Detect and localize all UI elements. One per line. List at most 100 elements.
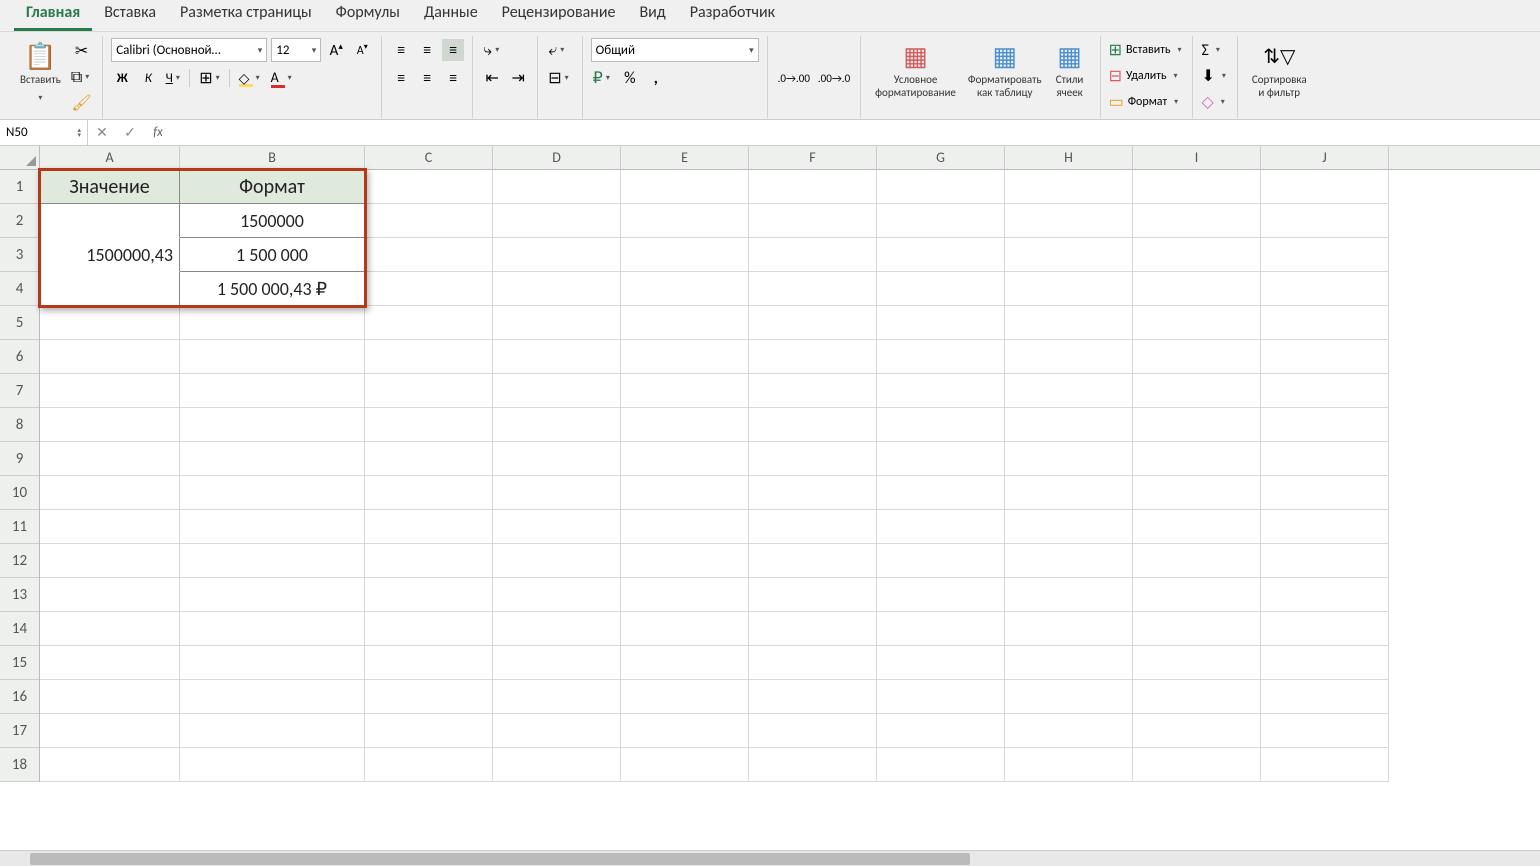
cell-C18[interactable] (365, 748, 493, 782)
cell-G12[interactable] (877, 544, 1005, 578)
cell-H3[interactable] (1005, 238, 1133, 272)
align-right-button[interactable]: ≡ (442, 67, 464, 89)
row-header-8[interactable]: 8 (0, 408, 39, 442)
cell-H9[interactable] (1005, 442, 1133, 476)
accept-formula-button[interactable]: ✓ (116, 124, 144, 141)
cell-I14[interactable] (1133, 612, 1261, 646)
format-painter-button[interactable]: 🖌 (69, 92, 94, 114)
cell-J10[interactable] (1261, 476, 1389, 510)
cell-B15[interactable] (180, 646, 365, 680)
cell-E1[interactable] (621, 170, 749, 204)
cell-G5[interactable] (877, 306, 1005, 340)
cell-H8[interactable] (1005, 408, 1133, 442)
cell-C3[interactable] (365, 238, 493, 272)
cell-G8[interactable] (877, 408, 1005, 442)
cell-D7[interactable] (493, 374, 621, 408)
comma-format-button[interactable]: , (645, 67, 667, 89)
row-header-18[interactable]: 18 (0, 748, 39, 782)
row-header-5[interactable]: 5 (0, 306, 39, 340)
col-header-B[interactable]: B (180, 146, 365, 169)
autosum-button[interactable]: Σ▾ (1201, 38, 1228, 62)
cell-E8[interactable] (621, 408, 749, 442)
increase-decimal-button[interactable]: .0→.00 (776, 67, 812, 89)
cell-B17[interactable] (180, 714, 365, 748)
cell-E16[interactable] (621, 680, 749, 714)
decrease-decimal-button[interactable]: .00→.0 (816, 67, 852, 89)
cell-I11[interactable] (1133, 510, 1261, 544)
cell-J18[interactable] (1261, 748, 1389, 782)
cell-H10[interactable] (1005, 476, 1133, 510)
cell-C17[interactable] (365, 714, 493, 748)
cell-H5[interactable] (1005, 306, 1133, 340)
cell-F18[interactable] (749, 748, 877, 782)
cell-F1[interactable] (749, 170, 877, 204)
cell-I3[interactable] (1133, 238, 1261, 272)
cell-B7[interactable] (180, 374, 365, 408)
tab-formulas[interactable]: Формулы (324, 0, 412, 31)
cell-E17[interactable] (621, 714, 749, 748)
cell-E3[interactable] (621, 238, 749, 272)
scrollbar-thumb[interactable] (30, 853, 970, 865)
cell-J13[interactable] (1261, 578, 1389, 612)
tab-home[interactable]: Главная (14, 0, 92, 31)
sort-filter-button[interactable]: ⇅▽ Сортировка и фильтр (1246, 38, 1313, 116)
align-top-button[interactable]: ≡ (390, 39, 412, 61)
cell-H7[interactable] (1005, 374, 1133, 408)
cell-E5[interactable] (621, 306, 749, 340)
cell-B10[interactable] (180, 476, 365, 510)
clear-button[interactable]: ◇▾ (1201, 90, 1228, 114)
col-header-E[interactable]: E (621, 146, 749, 169)
cell-H12[interactable] (1005, 544, 1133, 578)
cell-E14[interactable] (621, 612, 749, 646)
cell-I7[interactable] (1133, 374, 1261, 408)
cell-J4[interactable] (1261, 272, 1389, 306)
row-header-13[interactable]: 13 (0, 578, 39, 612)
col-header-I[interactable]: I (1133, 146, 1261, 169)
col-header-J[interactable]: J (1261, 146, 1389, 169)
cell-E6[interactable] (621, 340, 749, 374)
decrease-indent-button[interactable]: ⇤ (481, 67, 503, 89)
cell-I8[interactable] (1133, 408, 1261, 442)
cell-A6[interactable] (40, 340, 180, 374)
name-box[interactable]: N50 ▴▾ (0, 120, 88, 145)
format-as-table-button[interactable]: ▦ Форматировать как таблицу (962, 38, 1048, 116)
cell-B3[interactable]: 1 500 000 (180, 238, 365, 272)
cell-J14[interactable] (1261, 612, 1389, 646)
cell-B8[interactable] (180, 408, 365, 442)
cell-I9[interactable] (1133, 442, 1261, 476)
cell-C10[interactable] (365, 476, 493, 510)
cell-I13[interactable] (1133, 578, 1261, 612)
tab-review[interactable]: Рецензирование (490, 0, 628, 31)
tab-developer[interactable]: Разработчик (678, 0, 787, 31)
cell-B5[interactable] (180, 306, 365, 340)
align-left-button[interactable]: ≡ (390, 67, 412, 89)
orientation-button[interactable]: ⤷▾ (481, 39, 504, 61)
cell-J12[interactable] (1261, 544, 1389, 578)
cell-A10[interactable] (40, 476, 180, 510)
cell-C8[interactable] (365, 408, 493, 442)
cell-A5[interactable] (40, 306, 180, 340)
cell-G13[interactable] (877, 578, 1005, 612)
cell-F14[interactable] (749, 612, 877, 646)
cell-B14[interactable] (180, 612, 365, 646)
cell-E18[interactable] (621, 748, 749, 782)
cell-E15[interactable] (621, 646, 749, 680)
copy-button[interactable]: ⧉▾ (69, 66, 94, 88)
cell-I17[interactable] (1133, 714, 1261, 748)
cell-J15[interactable] (1261, 646, 1389, 680)
tab-data[interactable]: Данные (412, 0, 490, 31)
cell-A8[interactable] (40, 408, 180, 442)
cell-D10[interactable] (493, 476, 621, 510)
cell-F6[interactable] (749, 340, 877, 374)
cell-J3[interactable] (1261, 238, 1389, 272)
cell-H11[interactable] (1005, 510, 1133, 544)
cell-F9[interactable] (749, 442, 877, 476)
cell-D4[interactable] (493, 272, 621, 306)
cell-C5[interactable] (365, 306, 493, 340)
cell-C12[interactable] (365, 544, 493, 578)
col-header-F[interactable]: F (749, 146, 877, 169)
cell-D11[interactable] (493, 510, 621, 544)
col-header-A[interactable]: A (40, 146, 180, 169)
cell-E7[interactable] (621, 374, 749, 408)
increase-indent-button[interactable]: ⇥ (507, 67, 529, 89)
